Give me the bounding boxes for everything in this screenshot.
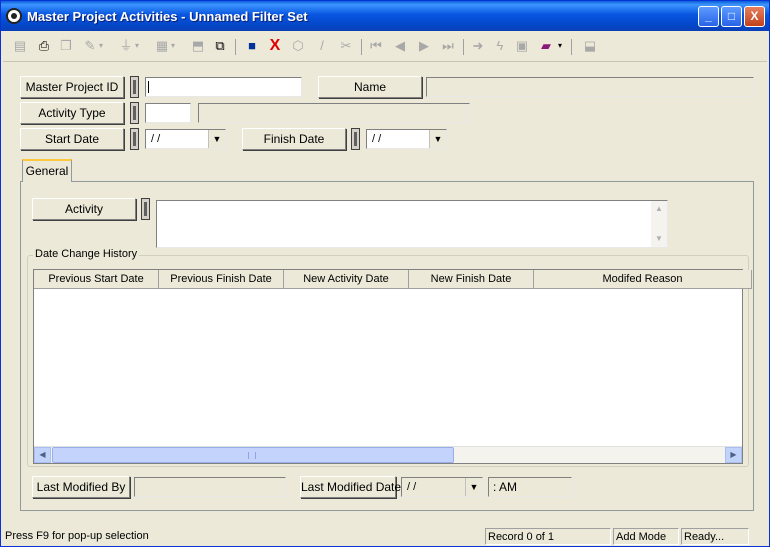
last-modified-date-picker[interactable]: / / ▼ [401,477,483,497]
book-dropdown-icon[interactable]: ▾ [556,37,564,55]
grid-horizontal-scrollbar[interactable]: ◀ ▶ [34,446,742,463]
jump-icon[interactable]: ➜ [469,37,487,55]
name-button[interactable]: Name [318,76,422,98]
toolbar-separator [571,39,572,55]
duplicate-icon[interactable]: ⧉ [211,37,229,55]
activity-type-indicator [130,102,139,124]
finish-date-value: / / [372,133,382,145]
last-modified-by-button[interactable]: Last Modified By [32,476,130,498]
app-icon [6,8,22,24]
print-icon[interactable]: ⎙ [35,37,53,55]
delete-icon[interactable]: X [266,37,284,55]
edit-icon[interactable]: / [313,37,331,55]
finish-date-indicator [351,128,360,150]
status-hint: Press F9 for pop-up selection [5,530,149,542]
scroll-left-icon[interactable]: ◀ [34,447,51,463]
chevron-down-icon[interactable]: ▼ [429,130,446,148]
close-button[interactable]: X [744,6,765,27]
last-record-icon[interactable]: ⏭ [439,37,457,55]
status-record: Record 0 of 1 [485,528,611,545]
toolbar-separator [463,39,464,55]
minimize-button[interactable]: _ [698,6,719,27]
scroll-up-icon[interactable]: ▲ [651,201,667,217]
settings-icon[interactable]: ⬓ [581,37,599,55]
name-field[interactable] [426,77,754,97]
stamp-icon[interactable]: ⬡ [289,37,307,55]
date-change-history-label: Date Change History [33,248,140,260]
last-modified-by-field [134,477,286,497]
print-preview-icon[interactable]: ▤ [11,37,29,55]
book-icon[interactable]: ▰ [537,37,555,55]
date-change-history-grid[interactable]: Previous Start Date Previous Finish Date… [33,269,752,464]
maximize-button[interactable]: □ [721,6,742,27]
export-icon[interactable]: ⬒ [189,37,207,55]
column-header-new-activity-date[interactable]: New Activity Date [284,270,409,289]
toolbar-separator [235,39,236,55]
activity-memo-field[interactable]: ▲ ▼ [156,200,668,248]
toolbar: ▤ ⎙ ❐ ✎ ▾ ⏚ ▾ ▦ ▾ ⬒ ⧉ ■ X ⬡ / ✂ ⏮ ◀ ▶ ⏭ … [3,32,767,62]
cut-icon[interactable]: ✂ [337,37,355,55]
report-dropdown-icon[interactable]: ▾ [169,37,177,55]
scroll-right-icon[interactable]: ▶ [725,447,742,463]
activity-button[interactable]: Activity [32,198,136,220]
start-date-value: / / [151,133,161,145]
column-header-new-finish-date[interactable]: New Finish Date [409,270,534,289]
grid-header: Previous Start Date Previous Finish Date… [34,270,752,289]
last-modified-date-value: / / [407,481,417,493]
memo-scrollbar[interactable]: ▲ ▼ [651,201,667,247]
first-record-icon[interactable]: ⏮ [367,37,385,55]
status-state: Ready... [681,528,749,545]
column-header-modified-reason[interactable]: Modifed Reason [534,270,752,289]
activity-type-code-field[interactable] [145,103,191,123]
app-window: Master Project Activities - Unnamed Filt… [0,0,770,547]
lightning-icon[interactable]: ϟ [491,37,509,55]
scroll-thumb[interactable] [52,447,454,463]
activity-type-description-field [198,103,470,123]
window-title: Master Project Activities - Unnamed Filt… [27,9,308,24]
start-date-indicator [130,128,139,150]
column-header-previous-start-date[interactable]: Previous Start Date [34,270,159,289]
start-date-picker[interactable]: / / ▼ [145,129,226,149]
title-bar: Master Project Activities - Unnamed Filt… [1,1,769,31]
activity-indicator [141,198,150,220]
finish-date-button[interactable]: Finish Date [242,128,346,150]
master-project-id-indicator [130,76,139,98]
copy-icon[interactable]: ❐ [57,37,75,55]
activity-type-button[interactable]: Activity Type [20,102,124,124]
chevron-down-icon[interactable]: ▼ [208,130,225,148]
scroll-grip-icon [248,452,256,459]
master-project-id-button[interactable]: Master Project ID [20,76,124,98]
status-bar: Press F9 for pop-up selection Record 0 o… [1,527,769,546]
master-project-id-field[interactable] [145,77,302,97]
last-modified-time-field: : AM [488,477,572,497]
toolbar-separator [361,39,362,55]
filter-dropdown-icon[interactable]: ▾ [133,37,141,55]
tab-general[interactable]: General [22,159,72,182]
previous-record-icon[interactable]: ◀ [391,37,409,55]
wand-dropdown-icon[interactable]: ▾ [97,37,105,55]
finish-date-picker[interactable]: / / ▼ [366,129,447,149]
save-icon[interactable]: ■ [243,37,261,55]
start-date-button[interactable]: Start Date [20,128,124,150]
grid-icon[interactable]: ▣ [513,37,531,55]
status-mode: Add Mode [613,528,679,545]
scroll-down-icon[interactable]: ▼ [651,231,667,247]
column-header-previous-finish-date[interactable]: Previous Finish Date [159,270,284,289]
next-record-icon[interactable]: ▶ [415,37,433,55]
last-modified-date-button[interactable]: Last Modified Date [300,476,401,498]
chevron-down-icon[interactable]: ▼ [465,478,482,496]
